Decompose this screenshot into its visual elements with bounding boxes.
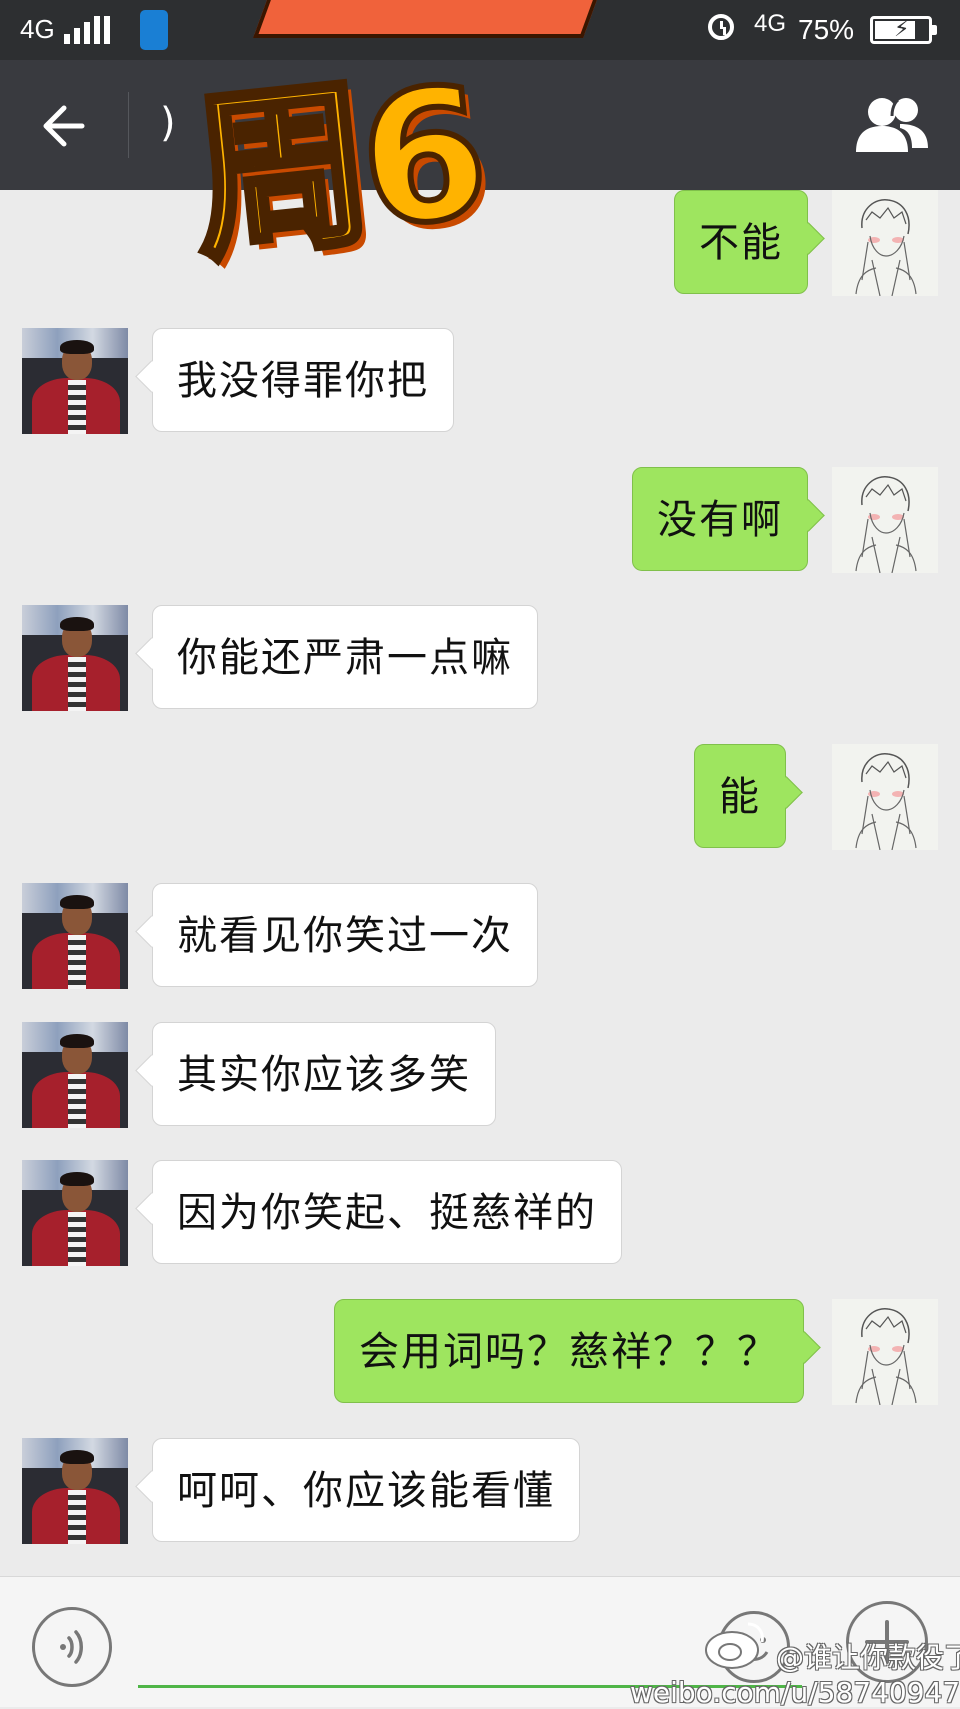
sticker-image: 周6 bbox=[120, 0, 600, 289]
my-avatar[interactable] bbox=[832, 1299, 938, 1405]
contact-avatar[interactable] bbox=[22, 1160, 128, 1266]
battery-percent: 75% bbox=[798, 14, 855, 45]
signal-icon bbox=[64, 16, 112, 44]
sketch-boy-icon bbox=[855, 199, 917, 296]
message-bubble-sent[interactable]: 能 bbox=[694, 744, 786, 848]
back-button[interactable] bbox=[36, 96, 96, 156]
weibo-watermark: @谁让你款役了 weibo.com/u/5874094748 bbox=[626, 1608, 960, 1709]
message-bubble-sent[interactable]: 没有啊 bbox=[632, 467, 808, 571]
contact-avatar[interactable] bbox=[22, 883, 128, 989]
watermark-handle: @谁让你款役了 bbox=[776, 1641, 960, 1674]
charging-icon: ⚡ bbox=[894, 17, 910, 42]
message-bubble-received[interactable]: 就看见你笑过一次 bbox=[152, 883, 538, 987]
contact-avatar[interactable] bbox=[22, 328, 128, 434]
message-bubble-received[interactable]: 因为你笑起、挺慈祥的 bbox=[152, 1160, 622, 1264]
voice-icon bbox=[60, 1630, 83, 1664]
weibo-logo-icon bbox=[705, 1622, 764, 1669]
my-avatar[interactable] bbox=[832, 190, 938, 296]
arrow-left-icon bbox=[43, 105, 85, 147]
sticker-text: 周6 bbox=[179, 46, 491, 290]
contact-avatar[interactable] bbox=[22, 1438, 128, 1544]
contact-avatar[interactable] bbox=[22, 1022, 128, 1128]
voice-button[interactable] bbox=[32, 1607, 112, 1687]
sketch-boy-icon bbox=[855, 753, 917, 850]
message-bubble-received[interactable]: 呵呵、你应该能看懂 bbox=[152, 1438, 580, 1542]
my-avatar[interactable] bbox=[832, 744, 938, 850]
message-bubble-received[interactable]: 我没得罪你把 bbox=[152, 328, 454, 432]
my-avatar[interactable] bbox=[832, 467, 938, 573]
sketch-boy-icon bbox=[855, 1308, 917, 1405]
message-bubble-sent[interactable]: 会用词吗？慈祥？？？ bbox=[334, 1299, 804, 1403]
people-icon bbox=[856, 98, 928, 152]
network-type: 4G bbox=[20, 14, 55, 44]
message-bubble-sent[interactable]: 不能 bbox=[674, 190, 808, 294]
contact-avatar[interactable] bbox=[22, 605, 128, 711]
alarm-icon bbox=[708, 14, 734, 40]
message-bubble-received[interactable]: 其实你应该多笑 bbox=[152, 1022, 496, 1126]
sketch-boy-icon bbox=[855, 476, 917, 573]
group-info-button[interactable] bbox=[852, 94, 932, 158]
message-bubble-received[interactable]: 你能还严肃一点嘛 bbox=[152, 605, 538, 709]
watermark-url: weibo.com/u/5874094748 bbox=[630, 1676, 960, 1709]
network-type-secondary: 4G bbox=[754, 10, 787, 37]
